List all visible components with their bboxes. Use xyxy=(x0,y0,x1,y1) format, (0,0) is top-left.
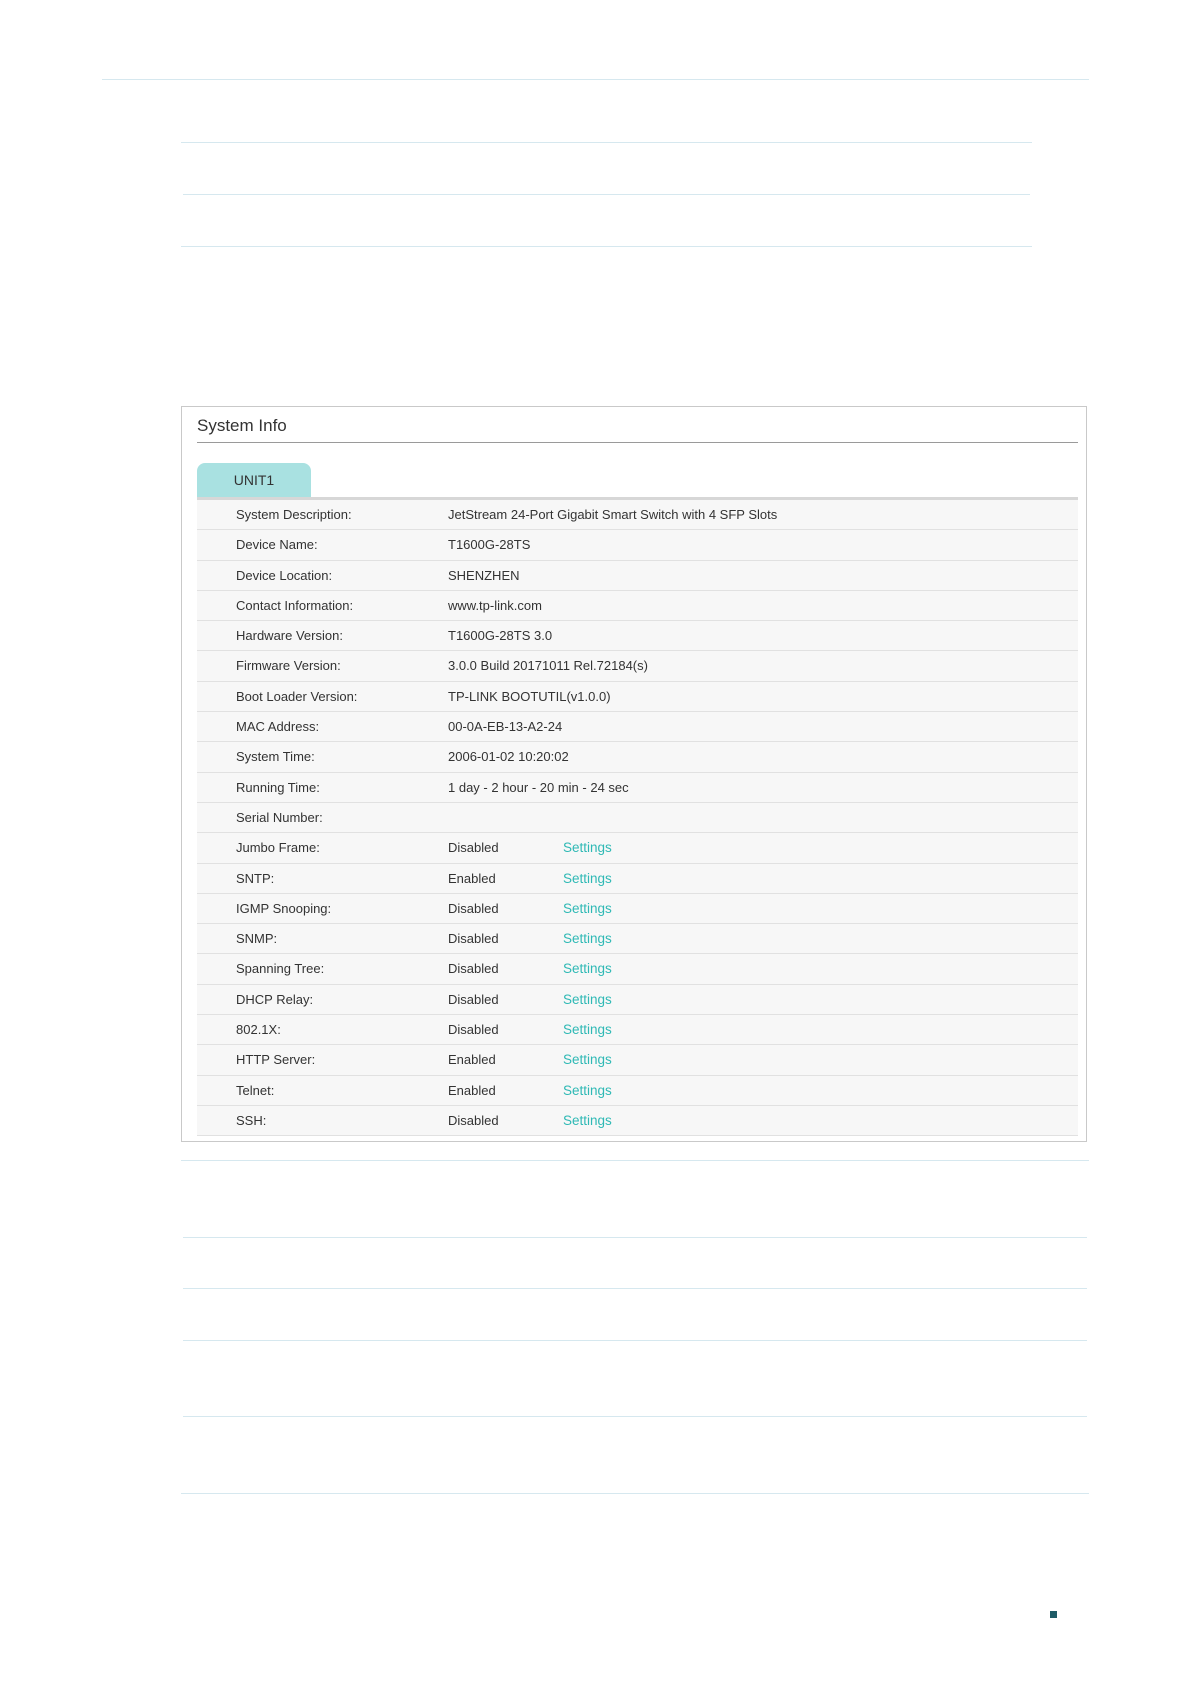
table-row: Spanning Tree: Disabled Settings xyxy=(197,954,1078,985)
row-label: Boot Loader Version: xyxy=(236,688,358,704)
table-rule xyxy=(183,1340,1087,1341)
row-label: System Description: xyxy=(236,507,352,522)
table-row: SNMP: Disabled Settings xyxy=(197,924,1078,955)
row-value: JetStream 24-Port Gigabit Smart Switch w… xyxy=(448,507,778,522)
header-rule xyxy=(102,79,1089,80)
row-label: Contact Information: xyxy=(236,597,354,613)
table-row: MAC Address: 00-0A-EB-13-A2-24 xyxy=(197,712,1078,743)
table-rule xyxy=(181,142,1032,143)
row-label: SNMP: xyxy=(236,931,278,947)
table-row: System Description: JetStream 24-Port Gi… xyxy=(197,500,1078,531)
settings-link[interactable]: Settings xyxy=(563,1052,612,1067)
panel-title: System Info xyxy=(197,416,287,435)
row-value: Disabled xyxy=(448,1022,499,1038)
settings-link[interactable]: Settings xyxy=(563,901,612,916)
row-value: T1600G-28TS 3.0 xyxy=(448,628,553,644)
table-row: Device Name: T1600G-28TS xyxy=(197,530,1078,561)
row-value: 2006-01-02 10:20:02 xyxy=(448,749,569,765)
table-row: SSH: Disabled Settings xyxy=(197,1106,1078,1137)
table-row: HTTP Server: Enabled Settings xyxy=(197,1045,1078,1076)
row-label: Running Time: xyxy=(236,779,320,795)
panel-title-divider xyxy=(197,442,1078,443)
table-row: System Time: 2006-01-02 10:20:02 xyxy=(197,742,1078,773)
row-value: 00-0A-EB-13-A2-24 xyxy=(448,719,563,735)
settings-link[interactable]: Settings xyxy=(563,840,612,855)
row-label: Firmware Version: xyxy=(236,658,341,674)
settings-link[interactable]: Settings xyxy=(563,871,612,886)
row-label: DHCP Relay: xyxy=(236,991,314,1007)
row-label: Spanning Tree: xyxy=(236,961,325,977)
row-label: Hardware Version: xyxy=(236,628,343,644)
row-label: System Time: xyxy=(236,749,315,765)
table-row: Device Location: SHENZHEN xyxy=(197,561,1078,591)
system-info-panel: System Info UNIT1 System Description: Je… xyxy=(181,406,1087,1142)
row-label: SSH: xyxy=(236,1112,267,1128)
row-value: Disabled xyxy=(448,961,499,977)
system-info-table: System Description: JetStream 24-Port Gi… xyxy=(197,500,1078,1137)
table-row: Serial Number: xyxy=(197,803,1078,834)
table-row: 802.1X: Disabled Settings xyxy=(197,1015,1078,1046)
table-rule xyxy=(183,1288,1087,1289)
settings-link[interactable]: Settings xyxy=(563,1113,612,1128)
table-rule xyxy=(181,1493,1089,1494)
row-value: Enabled xyxy=(448,870,496,886)
row-label: Jumbo Frame: xyxy=(236,840,320,856)
tab-unit1[interactable]: UNIT1 xyxy=(197,463,311,497)
row-value: Disabled xyxy=(448,991,499,1007)
row-value: SHENZHEN xyxy=(448,567,520,583)
row-value: 3.0.0 Build 20171011 Rel.72184(s) xyxy=(448,658,648,674)
table-row: Boot Loader Version: TP-LINK BOOTUTIL(v1… xyxy=(197,682,1078,713)
row-value: Disabled xyxy=(448,900,499,916)
row-label: SNTP: xyxy=(236,870,275,886)
settings-link[interactable]: Settings xyxy=(563,931,612,946)
row-label: IGMP Snooping: xyxy=(236,900,332,916)
settings-link[interactable]: Settings xyxy=(563,1083,612,1098)
row-value: Enabled xyxy=(448,1052,496,1068)
row-value: Disabled xyxy=(448,931,499,947)
row-label: Device Name: xyxy=(236,537,318,553)
table-row: Firmware Version: 3.0.0 Build 20171011 R… xyxy=(197,651,1078,682)
row-label: 802.1X: xyxy=(236,1022,281,1038)
table-row: SNTP: Enabled Settings xyxy=(197,864,1078,894)
table-row: Contact Information: www.tp-link.com xyxy=(197,591,1078,622)
page-corner-mark xyxy=(1050,1611,1057,1618)
table-row: Running Time: 1 day - 2 hour - 20 min - … xyxy=(197,773,1078,803)
row-value: www.tp-link.com xyxy=(448,597,542,613)
row-label: Device Location: xyxy=(236,567,333,583)
row-value: T1600G-28TS xyxy=(448,537,531,553)
table-row: Hardware Version: T1600G-28TS 3.0 xyxy=(197,621,1078,652)
row-label: Serial Number: xyxy=(236,809,323,825)
settings-link[interactable]: Settings xyxy=(563,1022,612,1037)
row-label: Telnet: xyxy=(236,1082,275,1098)
table-row: Telnet: Enabled Settings xyxy=(197,1076,1078,1106)
row-value: Disabled xyxy=(448,840,499,856)
table-row: Jumbo Frame: Disabled Settings xyxy=(197,833,1078,864)
row-label: MAC Address: xyxy=(236,719,320,735)
settings-link[interactable]: Settings xyxy=(563,992,612,1007)
table-rule xyxy=(183,1237,1087,1238)
table-rule xyxy=(181,1160,1089,1161)
table-row: IGMP Snooping: Disabled Settings xyxy=(197,894,1078,925)
table-rule xyxy=(183,1416,1087,1417)
table-rule xyxy=(181,246,1032,247)
row-value: Enabled xyxy=(448,1082,496,1098)
table-rule xyxy=(183,194,1030,195)
row-label: HTTP Server: xyxy=(236,1052,316,1068)
table-row: DHCP Relay: Disabled Settings xyxy=(197,985,1078,1016)
settings-link[interactable]: Settings xyxy=(563,961,612,976)
row-value: Disabled xyxy=(448,1112,499,1128)
row-value: TP-LINK BOOTUTIL(v1.0.0) xyxy=(448,688,611,704)
row-value: 1 day - 2 hour - 20 min - 24 sec xyxy=(448,779,629,795)
